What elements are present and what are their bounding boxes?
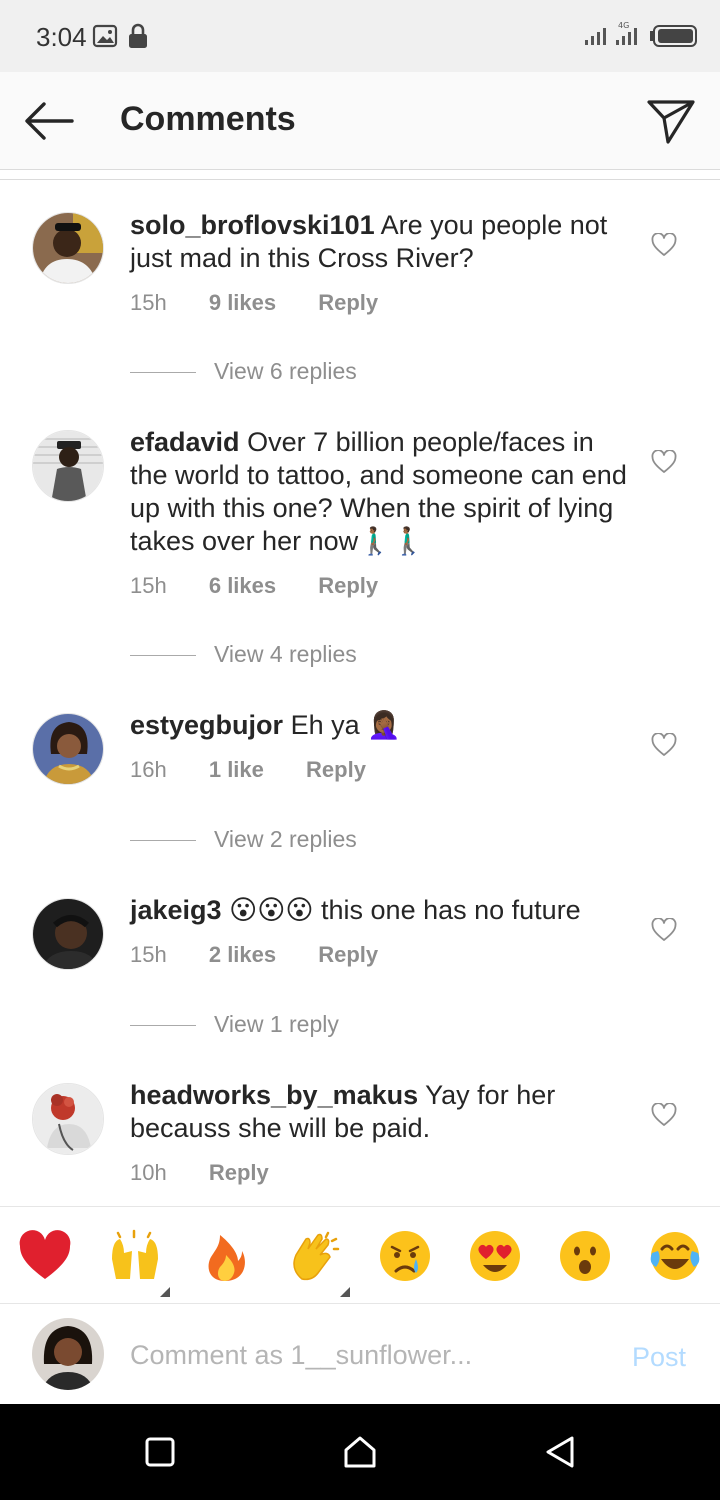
comment-text: jakeig3 😮😮😮 this one has no future: [130, 894, 630, 927]
svg-text:4G: 4G: [618, 21, 629, 30]
comment-time: 15h: [130, 290, 167, 315]
comment-text: efadavid Over 7 billion people/faces in …: [130, 426, 630, 558]
avatar[interactable]: [32, 430, 104, 502]
view-replies-label: View 1 reply: [214, 1011, 339, 1037]
comment-text: solo_broflovski101 Are you people not ju…: [130, 209, 630, 275]
comment-body: Eh ya 🤦🏾‍♀️: [290, 710, 401, 740]
view-replies-label: View 6 replies: [214, 358, 357, 384]
status-time: 3:04: [36, 22, 87, 52]
reply-button[interactable]: Reply: [318, 290, 378, 316]
comment-likes[interactable]: 2 likes: [209, 942, 276, 968]
red-heart-emoji-icon[interactable]: [18, 1229, 72, 1283]
comment-username[interactable]: jakeig3: [130, 895, 222, 925]
avatar[interactable]: [32, 898, 104, 970]
current-user-avatar: [32, 1318, 104, 1390]
status-bar: 3:04 4G: [0, 0, 720, 72]
reply-button[interactable]: Reply: [318, 573, 378, 599]
heart-outline-icon[interactable]: [651, 450, 677, 474]
gallery-icon: [92, 24, 118, 48]
back-arrow-icon[interactable]: [22, 98, 76, 144]
comment-time: 15h: [130, 942, 167, 967]
replies-divider: [130, 1025, 196, 1027]
comment-meta: 10h Reply: [130, 1160, 305, 1186]
avatar[interactable]: [32, 212, 104, 284]
comment-time: 10h: [130, 1160, 167, 1185]
view-replies-link[interactable]: View 4 replies: [130, 641, 357, 668]
astonished-face-emoji-icon[interactable]: [558, 1229, 612, 1283]
view-replies-link[interactable]: View 6 replies: [130, 358, 357, 385]
header-divider: [0, 179, 720, 180]
view-replies-link[interactable]: View 1 reply: [130, 1011, 339, 1038]
heart-outline-icon[interactable]: [651, 1103, 677, 1127]
system-navigation-bar: [0, 1404, 720, 1500]
reply-button[interactable]: Reply: [306, 757, 366, 783]
view-replies-label: View 4 replies: [214, 641, 357, 667]
replies-divider: [130, 655, 196, 657]
raising-hands-emoji-icon[interactable]: [108, 1229, 162, 1283]
emoji-reaction-bar: [0, 1206, 720, 1304]
replies-divider: [130, 840, 196, 842]
comment-body: 😮😮😮 this one has no future: [229, 895, 581, 925]
heart-outline-icon[interactable]: [651, 733, 677, 757]
comment-input[interactable]: [130, 1332, 600, 1378]
comment-meta: 15h 2 likes Reply: [130, 942, 414, 968]
reply-button[interactable]: Reply: [209, 1160, 269, 1186]
top-app-bar: Comments: [0, 72, 720, 170]
more-reactions-indicator: [340, 1287, 350, 1297]
comment-username[interactable]: efadavid: [130, 427, 240, 457]
lock-icon: [129, 23, 147, 48]
post-button[interactable]: Post: [632, 1342, 686, 1373]
view-replies-link[interactable]: View 2 replies: [130, 826, 357, 853]
heart-outline-icon[interactable]: [651, 918, 677, 942]
heart-outline-icon[interactable]: [651, 233, 677, 257]
direct-send-icon[interactable]: [646, 96, 696, 146]
signal-icon-sim2: 4G: [616, 21, 637, 45]
comment-meta: 15h 9 likes Reply: [130, 290, 414, 316]
reply-button[interactable]: Reply: [318, 942, 378, 968]
comment-likes[interactable]: 6 likes: [209, 573, 276, 599]
crying-face-emoji-icon[interactable]: [378, 1229, 432, 1283]
comment-meta: 15h 6 likes Reply: [130, 573, 414, 599]
comment-text: headworks_by_makus Yay for her becauss s…: [130, 1079, 630, 1145]
avatar[interactable]: [32, 713, 104, 785]
fire-emoji-icon[interactable]: [198, 1229, 252, 1283]
comment-meta: 16h 1 like Reply: [130, 757, 402, 783]
comment-username[interactable]: solo_broflovski101: [130, 210, 375, 240]
comment-text: estyegbujor Eh ya 🤦🏾‍♀️: [130, 709, 630, 742]
comment-username[interactable]: headworks_by_makus: [130, 1080, 418, 1110]
battery-icon: [650, 25, 697, 47]
signal-icon: [585, 28, 606, 45]
home-icon[interactable]: [342, 1434, 378, 1470]
replies-divider: [130, 372, 196, 374]
comment-time: 16h: [130, 757, 167, 782]
heart-eyes-emoji-icon[interactable]: [468, 1229, 522, 1283]
comment-composer: Post: [0, 1304, 720, 1404]
tears-of-joy-emoji-icon[interactable]: [648, 1229, 702, 1283]
avatar[interactable]: [32, 1083, 104, 1155]
clapping-hands-emoji-icon[interactable]: [288, 1229, 342, 1283]
comment-likes[interactable]: 1 like: [209, 757, 264, 783]
comment-time: 15h: [130, 573, 167, 598]
recents-square-icon[interactable]: [142, 1434, 178, 1470]
back-triangle-icon[interactable]: [542, 1434, 578, 1470]
more-reactions-indicator: [160, 1287, 170, 1297]
comment-likes[interactable]: 9 likes: [209, 290, 276, 316]
view-replies-label: View 2 replies: [214, 826, 357, 852]
comment-username[interactable]: estyegbujor: [130, 710, 283, 740]
page-title: Comments: [120, 100, 296, 138]
